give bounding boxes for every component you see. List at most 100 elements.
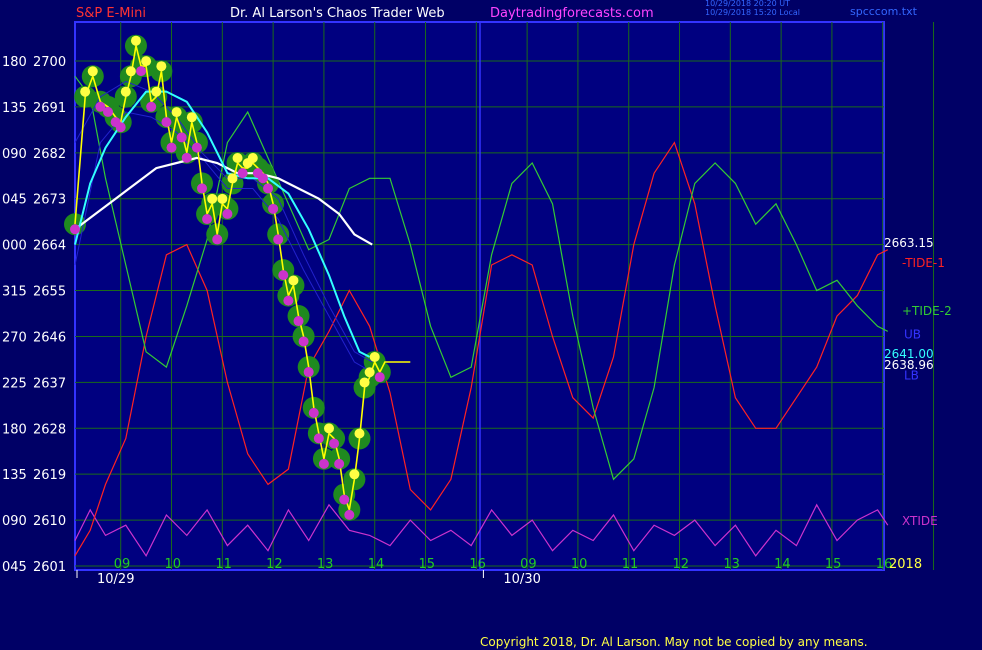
chart-canvas: 180 2700 135 2691 090 2682 045 2673 000 2664 315 26… bbox=[2, 0, 952, 649]
low-dot bbox=[191, 142, 202, 153]
low-dot bbox=[212, 234, 223, 245]
y-tick-angle: 270 bbox=[2, 330, 27, 345]
site-link[interactable]: Daytradingforecasts.com bbox=[490, 6, 654, 21]
page-title: Dr. Al Larson's Chaos Trader Web bbox=[230, 6, 445, 21]
low-dot bbox=[308, 407, 319, 418]
low-dot bbox=[161, 117, 172, 128]
y-tick-price: 2664 bbox=[33, 239, 66, 254]
low-dot bbox=[344, 509, 355, 520]
high-dot bbox=[247, 153, 258, 164]
year-label: 2018 bbox=[889, 557, 922, 572]
y-tick-angle: 045 bbox=[2, 193, 27, 208]
x-tick-hour: 11 bbox=[622, 557, 639, 572]
x-tick-hour: 11 bbox=[215, 557, 232, 572]
high-dot bbox=[87, 66, 98, 77]
high-dot bbox=[232, 153, 243, 164]
high-dot bbox=[369, 351, 380, 362]
x-tick-hour: 13 bbox=[317, 557, 334, 572]
low-dot bbox=[293, 316, 304, 327]
x-tick-hour: 12 bbox=[673, 557, 690, 572]
x-tick-hour: 16 bbox=[469, 557, 486, 572]
high-dot bbox=[151, 86, 162, 97]
low-dot bbox=[222, 208, 233, 219]
low-dot bbox=[303, 367, 314, 378]
low-dot bbox=[318, 458, 329, 469]
file-name: spcccom.txt bbox=[850, 5, 918, 18]
y-tick-price: 2628 bbox=[33, 422, 66, 437]
x-tick-hour: 14 bbox=[368, 557, 385, 572]
low-dot bbox=[263, 183, 274, 194]
y-tick-angle: 135 bbox=[2, 468, 27, 483]
y-tick-price: 2601 bbox=[33, 560, 66, 575]
low-dot bbox=[176, 132, 187, 143]
y-tick-price: 2619 bbox=[33, 468, 66, 483]
y-tick-price: 2673 bbox=[33, 193, 66, 208]
low-dot bbox=[166, 142, 177, 153]
y-tick-angle: 000 bbox=[2, 239, 27, 254]
low-dot bbox=[136, 66, 147, 77]
high-dot bbox=[141, 56, 152, 67]
low-dot bbox=[146, 101, 157, 112]
last-price-label: 2663.15 bbox=[884, 236, 934, 250]
low-dot bbox=[339, 494, 350, 505]
high-dot bbox=[130, 35, 141, 46]
high-dot bbox=[207, 193, 218, 204]
date-label: 10/29 bbox=[97, 572, 134, 587]
low-dot bbox=[374, 372, 385, 383]
right-labels: 2663.15-TIDE-1+TIDE-2UB2641.002638.96LBX… bbox=[884, 236, 952, 528]
high-dot bbox=[156, 61, 167, 72]
y-tick-price: 2700 bbox=[33, 55, 66, 70]
y-tick-angle: 180 bbox=[2, 55, 27, 70]
low-dot bbox=[103, 106, 114, 117]
ub-label: UB bbox=[904, 327, 921, 341]
high-dot bbox=[217, 193, 228, 204]
high-dot bbox=[171, 107, 182, 118]
x-tick-hour: 14 bbox=[774, 557, 791, 572]
low-dot bbox=[115, 122, 126, 133]
y-tick-angle: 225 bbox=[2, 376, 27, 391]
x-tick-hour: 15 bbox=[419, 557, 436, 572]
tide2-label: +TIDE-2 bbox=[902, 304, 952, 318]
high-dot bbox=[349, 469, 360, 480]
timestamp-local: 10/29/2018 15:20 Local bbox=[705, 8, 800, 17]
low-dot bbox=[268, 203, 279, 214]
high-dot bbox=[80, 86, 91, 97]
low-dot bbox=[283, 295, 294, 306]
high-dot bbox=[125, 66, 136, 77]
timestamp-ut: 10/29/2018 20:20 UT bbox=[705, 0, 790, 8]
x-tick-hour: 10 bbox=[571, 557, 588, 572]
high-dot bbox=[288, 275, 299, 286]
y-tick-price: 2682 bbox=[33, 147, 66, 162]
y-tick-price: 2637 bbox=[33, 376, 66, 391]
high-dot bbox=[359, 377, 370, 388]
date-label: 10/30 bbox=[503, 572, 540, 587]
xtide-label: XTIDE bbox=[902, 514, 938, 528]
y-axis: 180 2700 135 2691 090 2682 045 2673 000 2664 315 26… bbox=[2, 55, 66, 575]
low-dot bbox=[329, 438, 340, 449]
x-tick-hour: 10 bbox=[165, 557, 182, 572]
instrument-label: S&P E-Mini bbox=[76, 6, 146, 21]
high-dot bbox=[120, 86, 131, 97]
x-tick-hour: 09 bbox=[114, 557, 131, 572]
x-tick-hour: 12 bbox=[266, 557, 283, 572]
copyright: Copyright 2018, Dr. Al Larson. May not b… bbox=[480, 635, 868, 649]
high-dot bbox=[364, 367, 375, 378]
low-dot bbox=[202, 214, 213, 225]
y-tick-angle: 090 bbox=[2, 514, 27, 529]
low-dot bbox=[197, 183, 207, 194]
high-dot bbox=[324, 423, 334, 434]
low-dot bbox=[334, 458, 345, 469]
y-tick-angle: 135 bbox=[2, 101, 27, 116]
y-tick-price: 2646 bbox=[33, 330, 66, 345]
y-tick-angle: 315 bbox=[2, 285, 27, 300]
high-dot bbox=[227, 173, 238, 184]
low-dot bbox=[273, 234, 284, 245]
y-tick-angle: 045 bbox=[2, 560, 27, 575]
low-dot bbox=[257, 173, 268, 184]
x-tick-hour: 09 bbox=[520, 557, 537, 572]
low-dot bbox=[70, 224, 80, 235]
lb-label: LB bbox=[904, 369, 919, 383]
x-tick-hour: 13 bbox=[723, 557, 740, 572]
high-dot bbox=[354, 428, 365, 439]
low-dot bbox=[313, 433, 324, 444]
